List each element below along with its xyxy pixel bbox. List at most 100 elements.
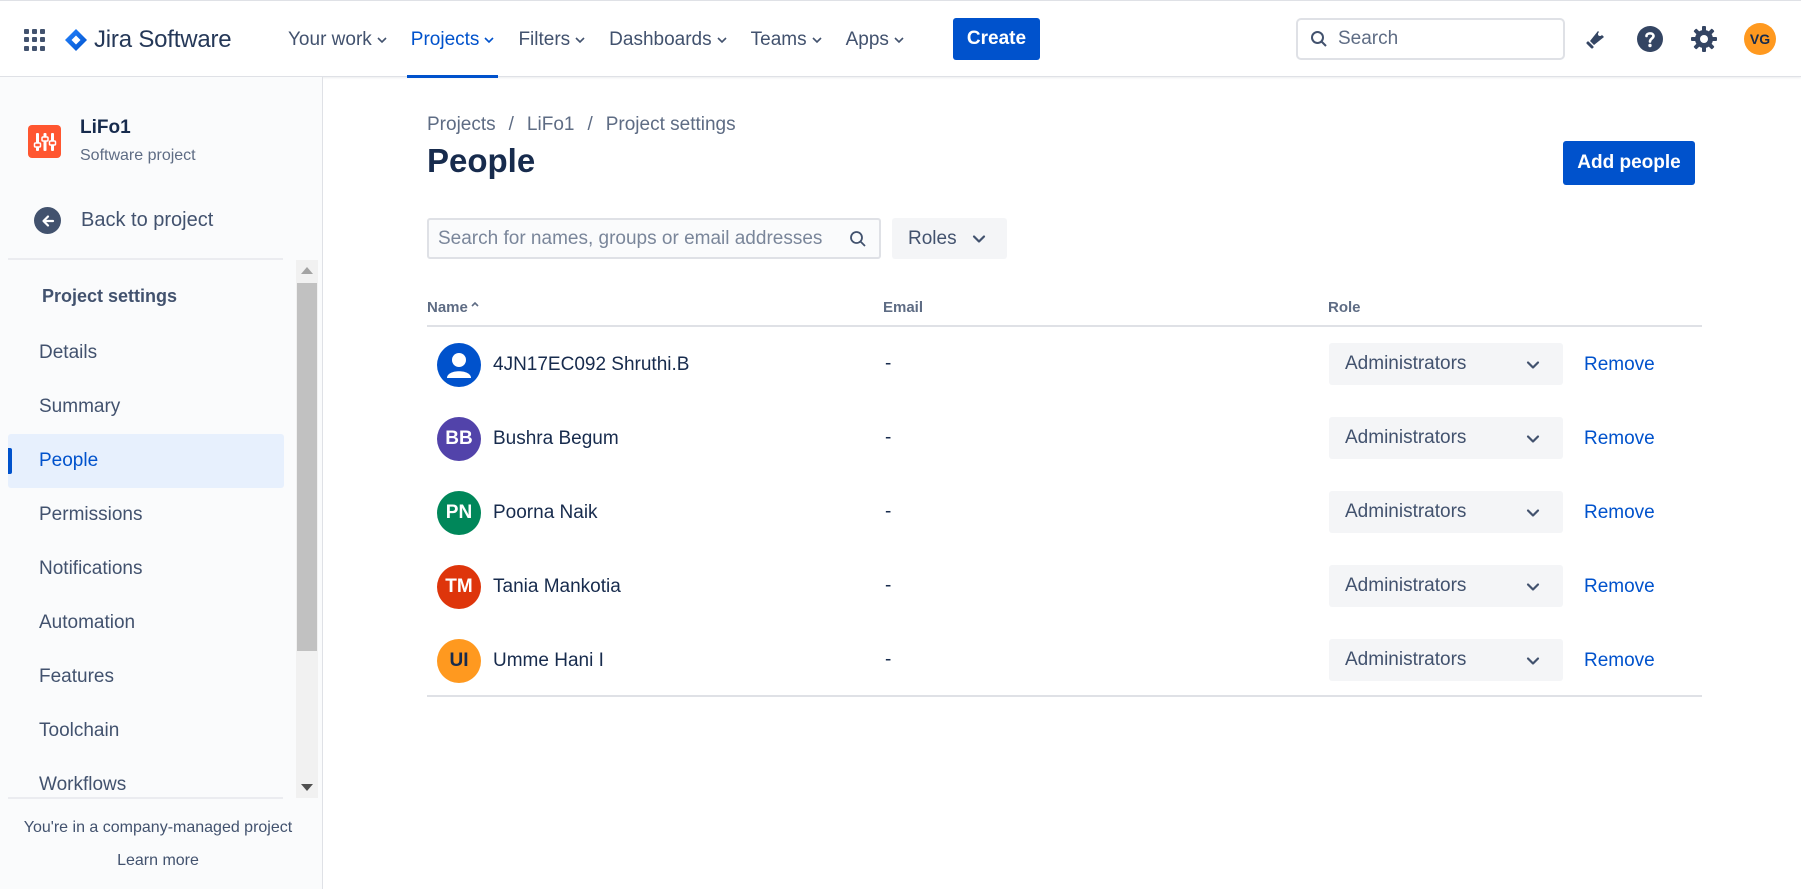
- notifications-icon[interactable]: [1580, 23, 1612, 55]
- scroll-up-arrow[interactable]: [301, 267, 313, 274]
- chevron-down-icon: [1526, 657, 1540, 665]
- people-search[interactable]: [427, 218, 881, 259]
- sidebar-item-automation[interactable]: Automation: [8, 596, 284, 650]
- add-people-button[interactable]: Add people: [1563, 141, 1695, 185]
- app-switcher-icon[interactable]: [24, 29, 46, 51]
- column-label: Name: [427, 299, 468, 316]
- create-button[interactable]: Create: [953, 18, 1040, 60]
- remove-button[interactable]: Remove: [1584, 502, 1655, 524]
- table-row: BB Bushra Begum - Administrators Remove: [427, 401, 1702, 475]
- nav-label: Projects: [410, 28, 480, 50]
- settings-icon[interactable]: [1688, 23, 1720, 55]
- scrollbar-thumb[interactable]: [297, 283, 317, 651]
- person-name: Poorna Naik: [493, 502, 598, 523]
- breadcrumb-project[interactable]: LiFo1: [527, 114, 575, 136]
- nav-teams[interactable]: Teams: [739, 1, 834, 78]
- sort-ascending-icon: [471, 301, 479, 307]
- nav-dashboards[interactable]: Dashboards: [597, 1, 738, 78]
- remove-button[interactable]: Remove: [1584, 650, 1655, 672]
- avatar-initials: BB: [445, 428, 473, 449]
- jira-logo[interactable]: Jira Software: [64, 23, 232, 57]
- scroll-down-arrow[interactable]: [301, 784, 313, 791]
- jira-diamond-icon: [65, 29, 87, 51]
- chevron-down-icon: [1526, 435, 1540, 443]
- people-search-input[interactable]: [438, 227, 849, 250]
- person-cell: UI Umme Hani I: [437, 639, 604, 683]
- sidebar-item-label: Automation: [39, 612, 136, 633]
- nav-projects[interactable]: Projects: [399, 1, 507, 78]
- sidebar-item-notifications[interactable]: Notifications: [8, 542, 284, 596]
- person-name: 4JN17EC092 Shruthi.B: [493, 354, 690, 375]
- sidebar-item-details[interactable]: Details: [8, 326, 284, 380]
- roles-filter-label: Roles: [908, 227, 957, 249]
- remove-button[interactable]: Remove: [1584, 428, 1655, 450]
- sidebar-item-features[interactable]: Features: [8, 650, 284, 704]
- back-to-project-link[interactable]: Back to project: [34, 207, 213, 234]
- nav-filters[interactable]: Filters: [506, 1, 597, 78]
- user-avatar[interactable]: VG: [1744, 23, 1776, 55]
- sidebar-item-summary[interactable]: Summary: [8, 380, 284, 434]
- project-avatar-icon: [28, 125, 61, 158]
- column-name[interactable]: Name: [427, 299, 480, 316]
- sidebar-item-toolchain[interactable]: Toolchain: [8, 704, 284, 758]
- back-label: Back to project: [81, 209, 214, 231]
- role-select[interactable]: Administrators: [1329, 565, 1563, 607]
- sidebar-item-permissions[interactable]: Permissions: [8, 488, 284, 542]
- person-email: -: [885, 353, 892, 374]
- page-title: People: [427, 142, 536, 179]
- avatar[interactable]: UI: [437, 639, 481, 683]
- avatar[interactable]: TM: [437, 565, 481, 609]
- project-type: Software project: [80, 147, 196, 164]
- search-icon: [1311, 31, 1327, 47]
- chevron-down-icon: [575, 36, 585, 43]
- brand-name: Jira Software: [94, 26, 232, 53]
- breadcrumb-separator: /: [587, 114, 593, 135]
- learn-more-link[interactable]: Learn more: [0, 852, 316, 870]
- avatar[interactable]: BB: [437, 417, 481, 461]
- sidebar-footer: You're in a company-managed project Lear…: [0, 799, 316, 870]
- chevron-down-icon: [1526, 583, 1540, 591]
- role-value: Administrators: [1345, 575, 1467, 596]
- project-header[interactable]: LiFo1 Software project: [28, 117, 196, 165]
- role-select[interactable]: Administrators: [1329, 417, 1563, 459]
- person-name: Umme Hani I: [493, 650, 604, 671]
- global-search-input[interactable]: [1338, 28, 1538, 50]
- sidebar-item-label: Workflows: [39, 774, 127, 795]
- breadcrumb-settings[interactable]: Project settings: [606, 114, 736, 136]
- sidebar-scrollbar[interactable]: [296, 260, 318, 798]
- breadcrumb-separator: /: [508, 114, 514, 135]
- nav-your-work[interactable]: Your work: [276, 1, 399, 78]
- avatar[interactable]: PN: [437, 491, 481, 535]
- sidebar-item-people[interactable]: People: [8, 434, 284, 488]
- chevron-down-icon: [812, 36, 822, 43]
- breadcrumb-projects[interactable]: Projects: [427, 114, 496, 136]
- chevron-down-icon: [1526, 509, 1540, 517]
- role-select[interactable]: Administrators: [1329, 343, 1563, 385]
- column-label: Role: [1328, 299, 1361, 316]
- default-user-icon: [437, 343, 481, 387]
- person-cell: PN Poorna Naik: [437, 491, 598, 535]
- person-cell: BB Bushra Begum: [437, 417, 619, 461]
- person-email: -: [885, 427, 892, 448]
- sidebar-item-label: Features: [39, 666, 114, 687]
- nav-label: Your work: [288, 28, 372, 50]
- remove-button[interactable]: Remove: [1584, 576, 1655, 598]
- project-sidebar: LiFo1 Software project Back to project P…: [0, 77, 323, 889]
- help-icon[interactable]: [1634, 23, 1666, 55]
- avatar-initials: UI: [449, 650, 469, 671]
- avatar-initials: TM: [445, 576, 473, 597]
- person-name: Tania Mankotia: [493, 576, 621, 597]
- avatar[interactable]: [437, 343, 481, 387]
- roles-filter-button[interactable]: Roles: [892, 218, 1007, 259]
- role-select[interactable]: Administrators: [1329, 639, 1563, 681]
- nav-apps[interactable]: Apps: [834, 1, 916, 78]
- top-navigation: Jira Software Your work Projects Filters…: [0, 0, 1801, 78]
- remove-button[interactable]: Remove: [1584, 354, 1655, 376]
- global-search[interactable]: [1296, 18, 1565, 60]
- divider: [8, 258, 283, 260]
- nav-label: Filters: [518, 28, 571, 50]
- nav-label: Teams: [750, 28, 807, 50]
- role-select[interactable]: Administrators: [1329, 491, 1563, 533]
- people-table: Name Email Role 4JN17EC092 Shruthi.B - Adm…: [427, 297, 1702, 697]
- person-email: -: [885, 649, 892, 670]
